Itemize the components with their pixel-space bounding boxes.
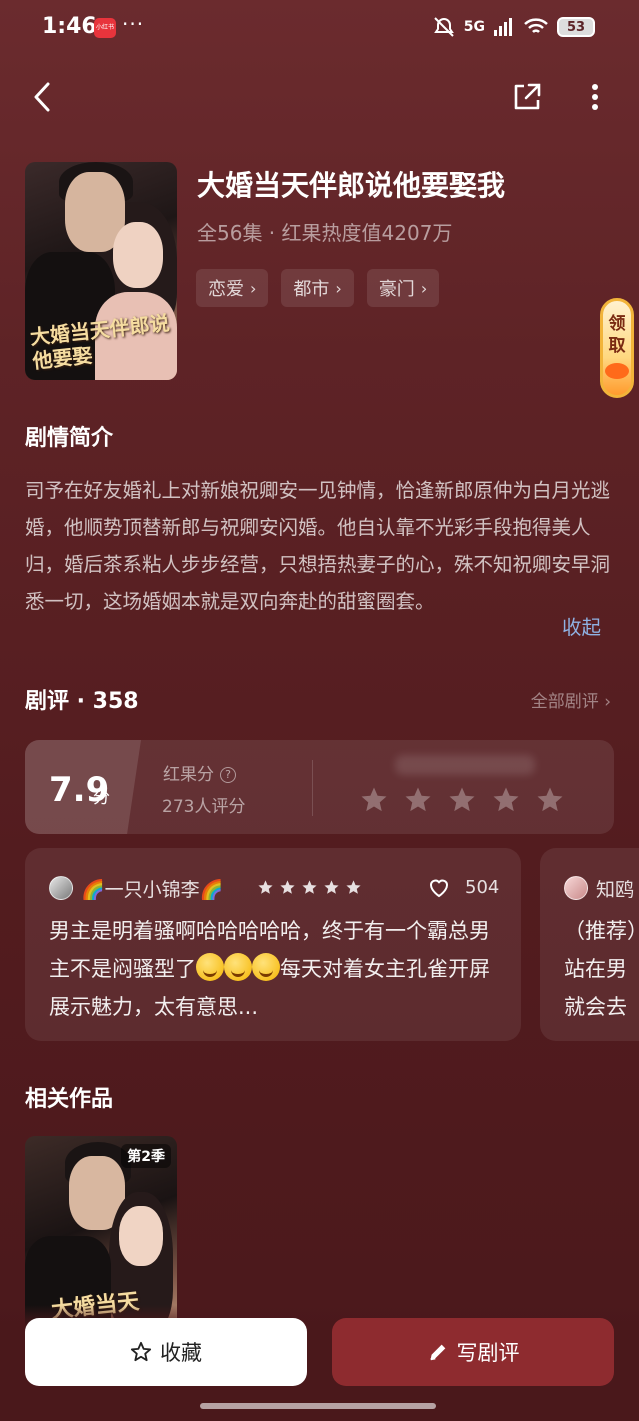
review-text: 男主是明着骚啊哈哈哈哈哈，终于有一个霸总男主不是闷骚型了 每天对着女主孔雀开屏展示… [49,912,509,1026]
chevron-right-icon: › [335,278,342,298]
like-count: 504 [465,877,500,898]
synopsis-heading: 剧情简介 [25,426,114,451]
app-notification-icon: 小红书 [94,18,116,38]
avatar[interactable] [564,876,588,900]
blurred-hint [395,755,535,775]
reviews-heading: 剧评 · 358 [25,689,139,714]
drama-meta: 全56集 · 红果热度值4207万 [197,221,453,245]
rating-count: 273人评分 [162,797,246,817]
grin-emoji-icon [252,953,280,981]
chevron-right-icon: › [420,278,428,298]
write-review-label: 写剧评 [456,1341,520,1365]
help-icon[interactable]: ? [220,767,236,783]
star-icon[interactable] [491,785,521,815]
star-icon [280,880,295,894]
pencil-icon [429,1344,445,1361]
status-icons: 5G 53 [432,16,595,38]
home-indicator[interactable] [200,1403,436,1409]
all-reviews-link[interactable]: 全部剧评 › [531,687,611,712]
heart-icon[interactable] [427,876,451,900]
tag-label: 都市 [293,279,330,300]
chevron-right-icon: › [250,278,257,298]
wifi-icon [524,18,548,33]
grin-emoji-icon [224,953,252,981]
star-icon [324,880,339,894]
synopsis-text: 司予在好友婚礼上对新娘祝卿安一见钟情，恰逢新郎原仲为白月光逃婚，他顺势顶替新郎与… [25,479,611,613]
tag-urban[interactable]: 都市 › [281,269,354,307]
cover-art [119,1206,163,1266]
share-icon[interactable] [510,80,544,114]
score-unit: 分 [93,788,110,808]
coin-icon [605,363,629,379]
review-card[interactable]: 🌈一只小锦李🌈 504 男主是明着骚啊哈哈哈哈哈，终于有一个霸总男主不是闷骚型了… [25,848,521,1041]
avatar[interactable] [49,876,73,900]
score-label: 红果分? [163,760,236,785]
signal-icon [494,18,512,36]
star-icon [258,880,273,894]
star-icon[interactable] [535,785,565,815]
tag-label: 豪门 [378,279,415,300]
tag-label: 恋爱 [208,279,244,300]
write-review-button[interactable]: 写剧评 [332,1318,614,1386]
star-outline-icon [130,1341,152,1362]
favorite-button[interactable]: 收藏 [25,1318,307,1386]
collapse-link[interactable]: 收起 [562,611,601,640]
star-icon [302,880,317,894]
review-card[interactable]: 知鸥 （推荐）站在男就会去 [540,848,639,1041]
related-heading: 相关作品 [25,1087,114,1112]
back-arrow-icon[interactable] [26,78,60,116]
mute-icon [433,17,454,37]
star-icon[interactable] [359,785,389,815]
claim-reward-button[interactable]: 领 取 [600,298,634,398]
drama-cover-image[interactable]: 大婚当天伴郎说他要娶 [25,162,177,380]
review-username[interactable]: 知鸥 [596,875,634,902]
battery-indicator: 53 [557,17,595,37]
review-stars [257,879,362,896]
status-bar: 1:46 小红书 ··· 5G 53 [0,0,639,56]
favorite-label: 收藏 [160,1341,202,1365]
star-icon [346,880,361,894]
cover-art [113,222,163,288]
claim-label-1: 领 [608,314,626,334]
grin-emoji-icon [196,953,224,981]
score-label-text: 红果分 [163,765,214,785]
network-type: 5G [463,19,485,35]
rate-stars[interactable] [359,785,565,815]
tag-wealthy[interactable]: 豪门 › [366,269,440,307]
rating-card[interactable]: 7.9 分 红果分? 273人评分 [25,740,614,834]
genre-tags: 恋爱 › 都市 › 豪门 › [196,269,440,307]
more-vertical-icon[interactable] [580,80,610,114]
review-text: （推荐）站在男就会去 [564,919,638,1019]
review-username[interactable]: 🌈一只小锦李🌈 [81,875,223,902]
divider [312,760,313,816]
top-nav-bar [0,70,639,124]
star-icon[interactable] [447,785,477,815]
status-more-dots: ··· [122,12,145,36]
status-time: 1:46 [42,14,97,39]
season-badge: 第2季 [121,1144,171,1168]
star-icon[interactable] [403,785,433,815]
drama-title: 大婚当天伴郎说他要娶我 [197,169,506,202]
claim-label-2: 取 [608,336,626,356]
tag-romance[interactable]: 恋爱 › [196,269,269,307]
